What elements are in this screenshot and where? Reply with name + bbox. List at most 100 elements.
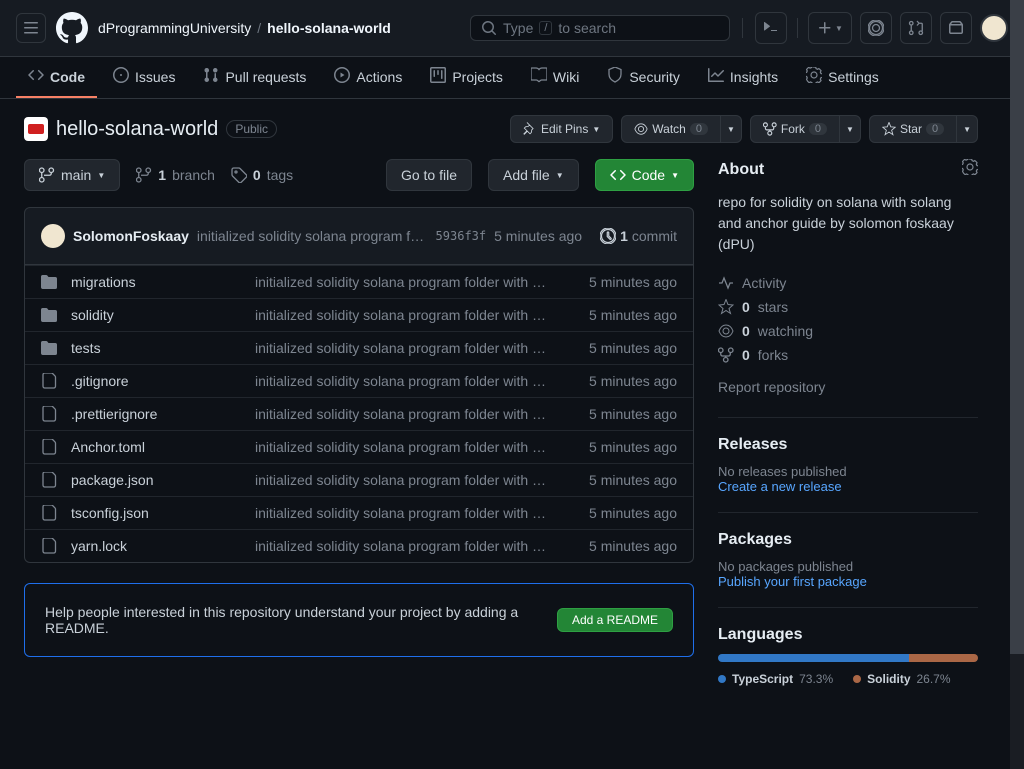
repo-link[interactable]: hello-solana-world [267, 20, 391, 36]
publish-package-link[interactable]: Publish your first package [718, 574, 978, 589]
file-icon [41, 505, 57, 521]
file-commit-msg[interactable]: initialized solidity solana program fold… [255, 505, 553, 521]
file-name[interactable]: package.json [71, 472, 241, 488]
language-item[interactable]: Solidity26.7% [853, 672, 950, 686]
file-name[interactable]: Anchor.toml [71, 439, 241, 455]
file-commit-msg[interactable]: initialized solidity solana program fold… [255, 274, 553, 290]
file-time: 5 minutes ago [567, 505, 677, 521]
nav-code[interactable]: Code [16, 57, 97, 98]
about-settings-icon[interactable] [962, 159, 978, 180]
latest-commit[interactable]: SolomonFoskaay initialized solidity sola… [24, 207, 694, 265]
nav-settings[interactable]: Settings [794, 57, 891, 98]
goto-file-button[interactable]: Go to file [386, 159, 472, 191]
file-time: 5 minutes ago [567, 439, 677, 455]
watching-link[interactable]: 0watching [718, 319, 978, 343]
file-name[interactable]: yarn.lock [71, 538, 241, 554]
packages-heading: Packages [718, 531, 978, 549]
github-logo[interactable] [56, 12, 88, 44]
file-time: 5 minutes ago [567, 340, 677, 356]
user-avatar[interactable] [980, 14, 1008, 42]
scrollbar[interactable] [1010, 0, 1024, 769]
file-commit-msg[interactable]: initialized solidity solana program fold… [255, 373, 553, 389]
repo-nav: Code Issues Pull requests Actions Projec… [0, 57, 1024, 99]
create-new-button[interactable]: ▼ [808, 12, 852, 44]
folder-icon [41, 307, 57, 323]
report-link[interactable]: Report repository [718, 375, 978, 399]
file-commit-msg[interactable]: initialized solidity solana program fold… [255, 406, 553, 422]
commit-author[interactable]: SolomonFoskaay [73, 228, 189, 244]
file-row[interactable]: .prettierignore initialized solidity sola… [25, 397, 693, 430]
code-button[interactable]: Code▼ [595, 159, 694, 191]
repo-header: hello-solana-world Public Edit Pins▼ Wat… [24, 115, 978, 143]
file-time: 5 minutes ago [567, 406, 677, 422]
file-row[interactable]: Anchor.toml initialized solidity solana p… [25, 430, 693, 463]
nav-security[interactable]: Security [595, 57, 692, 98]
command-palette-button[interactable] [755, 12, 787, 44]
file-time: 5 minutes ago [567, 274, 677, 290]
watch-dropdown[interactable]: ▼ [721, 115, 742, 143]
file-row[interactable]: package.json initialized solidity solana … [25, 463, 693, 496]
file-row[interactable]: yarn.lock initialized solidity solana pro… [25, 529, 693, 562]
commit-author-avatar[interactable] [41, 224, 65, 248]
tags-link[interactable]: 0tags [231, 167, 293, 183]
file-name[interactable]: .gitignore [71, 373, 241, 389]
file-row[interactable]: tsconfig.json initialized solidity solana… [25, 496, 693, 529]
commit-time: 5 minutes ago [494, 228, 582, 244]
file-row[interactable]: solidity initialized solidity solana prog… [25, 298, 693, 331]
about-heading: About [718, 159, 978, 180]
file-row[interactable]: migrations initialized solidity solana pr… [25, 265, 693, 298]
add-file-button[interactable]: Add file▼ [488, 159, 579, 191]
readme-text: Help people interested in this repositor… [45, 604, 557, 636]
file-name[interactable]: solidity [71, 307, 241, 323]
stars-link[interactable]: 0stars [718, 295, 978, 319]
commits-link[interactable]: 1commit [600, 228, 677, 244]
file-commit-msg[interactable]: initialized solidity solana program fold… [255, 340, 553, 356]
file-name[interactable]: tsconfig.json [71, 505, 241, 521]
search-input[interactable]: Type / to search [470, 15, 730, 41]
edit-pins-button[interactable]: Edit Pins▼ [510, 115, 613, 143]
branch-select[interactable]: main▼ [24, 159, 120, 191]
nav-issues[interactable]: Issues [101, 57, 187, 98]
repo-description: repo for solidity on solana with solang … [718, 192, 978, 255]
file-icon [41, 406, 57, 422]
language-dot [718, 675, 726, 683]
commit-hash[interactable]: 5936f3f [436, 229, 487, 243]
file-commit-msg[interactable]: initialized solidity solana program fold… [255, 439, 553, 455]
file-time: 5 minutes ago [567, 373, 677, 389]
nav-insights[interactable]: Insights [696, 57, 790, 98]
file-row[interactable]: .gitignore initialized solidity solana pr… [25, 364, 693, 397]
menu-button[interactable] [16, 13, 46, 43]
activity-link[interactable]: Activity [718, 271, 978, 295]
file-commit-msg[interactable]: initialized solidity solana program fold… [255, 472, 553, 488]
star-button[interactable]: Star0 [869, 115, 957, 143]
file-commit-msg[interactable]: initialized solidity solana program fold… [255, 307, 553, 323]
file-name[interactable]: migrations [71, 274, 241, 290]
star-dropdown[interactable]: ▼ [957, 115, 978, 143]
branches-link[interactable]: 1branch [136, 167, 215, 183]
nav-actions[interactable]: Actions [322, 57, 414, 98]
readme-callout: Help people interested in this repositor… [24, 583, 694, 657]
pull-requests-button[interactable] [900, 12, 932, 44]
commit-message[interactable]: initialized solidity solana program fold… [197, 228, 428, 244]
file-commit-msg[interactable]: initialized solidity solana program fold… [255, 538, 553, 554]
create-release-link[interactable]: Create a new release [718, 479, 978, 494]
fork-button[interactable]: Fork0 [750, 115, 840, 143]
file-name[interactable]: .prettierignore [71, 406, 241, 422]
file-row[interactable]: tests initialized solidity solana program… [25, 331, 693, 364]
nav-pulls[interactable]: Pull requests [191, 57, 318, 98]
nav-projects[interactable]: Projects [418, 57, 515, 98]
file-time: 5 minutes ago [567, 538, 677, 554]
file-name[interactable]: tests [71, 340, 241, 356]
fork-dropdown[interactable]: ▼ [840, 115, 861, 143]
notifications-button[interactable] [940, 12, 972, 44]
language-list: TypeScript73.3% Solidity26.7% [718, 672, 978, 686]
watch-button[interactable]: Watch0 [621, 115, 721, 143]
file-navigation: main▼ 1branch 0tags Go to file Add file▼… [24, 159, 694, 191]
nav-wiki[interactable]: Wiki [519, 57, 591, 98]
issues-button[interactable] [860, 12, 892, 44]
add-readme-button[interactable]: Add a README [557, 608, 673, 632]
owner-link[interactable]: dProgrammingUniversity [98, 20, 251, 36]
forks-link[interactable]: 0forks [718, 343, 978, 367]
language-item[interactable]: TypeScript73.3% [718, 672, 833, 686]
file-icon [41, 439, 57, 455]
